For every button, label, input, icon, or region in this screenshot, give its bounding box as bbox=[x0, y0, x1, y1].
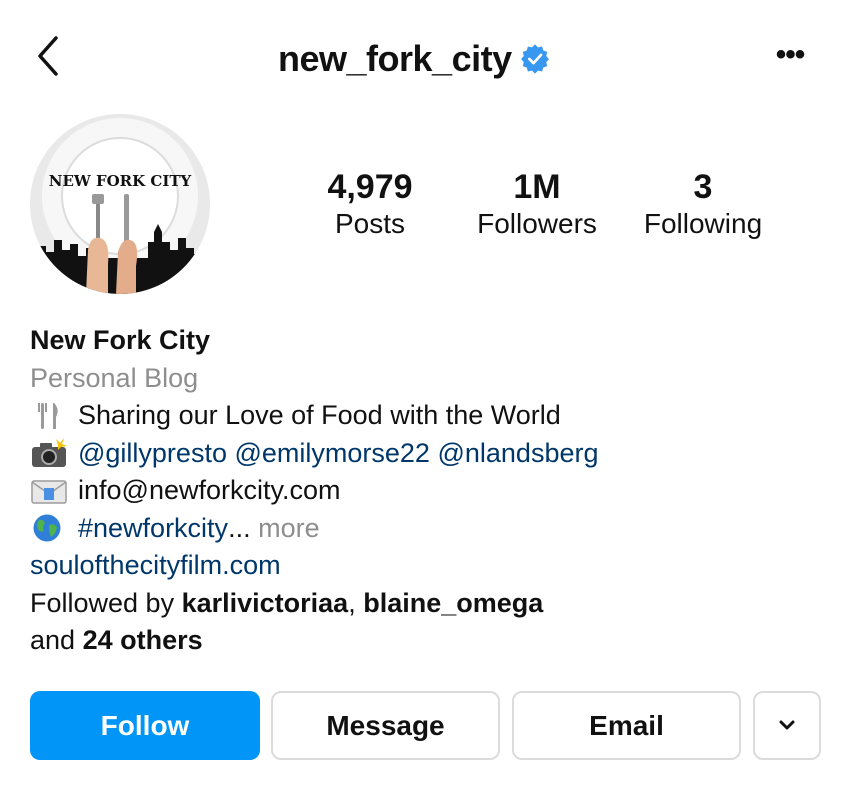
verified-badge-icon bbox=[520, 44, 549, 74]
bio-email-text[interactable]: info@newforkcity.com bbox=[78, 472, 341, 510]
bio-ellipsis: ... bbox=[228, 512, 251, 543]
more-link[interactable]: more bbox=[258, 510, 320, 548]
suggested-dropdown-button[interactable] bbox=[753, 691, 821, 760]
posts-label: Posts bbox=[334, 208, 406, 239]
hashtag-link[interactable]: #newforkcity bbox=[78, 510, 228, 548]
chevron-left-icon bbox=[38, 36, 58, 76]
chevron-down-icon bbox=[779, 720, 795, 729]
avatar[interactable]: NEW FORK CITY bbox=[30, 114, 210, 294]
following-count: 3 bbox=[693, 168, 713, 206]
posts-count: 4,979 bbox=[327, 168, 413, 206]
display-name: New Fork City bbox=[30, 325, 211, 355]
followed-by-line: Followed by karlivictoriaa , blaine_omeg… bbox=[30, 585, 820, 623]
stat-posts[interactable]: 4,979 Posts bbox=[300, 168, 440, 242]
fork-knife-icon bbox=[38, 402, 58, 429]
following-label: Following bbox=[643, 208, 763, 239]
category-label: Personal Blog bbox=[30, 362, 199, 393]
mention-emilymorse22[interactable]: @emilymorse22 bbox=[234, 435, 429, 473]
followed-by-separator: , bbox=[348, 587, 364, 618]
logo-text: NEW FORK CITY bbox=[49, 172, 192, 190]
email-button[interactable]: Email bbox=[512, 691, 741, 760]
bio-line-mentions: @gillypresto @emilymorse22 @nlandsberg bbox=[30, 435, 820, 473]
stat-followers[interactable]: 1M Followers bbox=[462, 168, 612, 242]
followed-by-and: and bbox=[30, 625, 83, 655]
followed-by-others-line: and 24 others bbox=[30, 622, 820, 660]
mention-gillypresto[interactable]: @gillypresto bbox=[78, 435, 227, 473]
followed-by-others[interactable]: 24 others bbox=[83, 622, 203, 660]
username: new_fork_city bbox=[278, 38, 512, 79]
profile-header: new_fork_city bbox=[278, 38, 550, 80]
bio-text-food: Sharing our Love of Food with the World bbox=[78, 400, 561, 430]
globe-icon bbox=[33, 514, 61, 542]
bio: New Fork City Personal Blog Sharing our … bbox=[30, 322, 820, 660]
bio-line-hashtag: #newforkcity ... more bbox=[30, 510, 820, 548]
back-button[interactable] bbox=[30, 32, 66, 80]
follower-blaine-omega[interactable]: blaine_omega bbox=[363, 585, 543, 623]
new-fork-city-logo: NEW FORK CITY bbox=[30, 114, 210, 294]
website-link[interactable]: soulofthecityfilm.com bbox=[30, 547, 820, 585]
stat-following[interactable]: 3 Following bbox=[628, 168, 778, 242]
followers-count: 1M bbox=[513, 168, 561, 206]
profile-page: new_fork_city ••• NEW FORK CITY 4,979 Po… bbox=[0, 0, 850, 791]
bio-line-food: Sharing our Love of Food with the World bbox=[30, 397, 820, 435]
followers-label: Followers bbox=[477, 208, 597, 239]
message-button[interactable]: Message bbox=[271, 691, 500, 760]
envelope-icon bbox=[31, 480, 67, 504]
camera-flash-icon bbox=[32, 438, 67, 468]
follow-button[interactable]: Follow bbox=[30, 691, 260, 760]
bio-line-email: info@newforkcity.com bbox=[30, 472, 820, 510]
mention-nlandsberg[interactable]: @nlandsberg bbox=[437, 435, 598, 473]
follower-karlivictoriaa[interactable]: karlivictoriaa bbox=[182, 585, 349, 623]
more-horizontal-icon: ••• bbox=[775, 38, 805, 71]
followed-by-prefix: Followed by bbox=[30, 587, 182, 618]
more-options-button[interactable]: ••• bbox=[768, 40, 812, 76]
